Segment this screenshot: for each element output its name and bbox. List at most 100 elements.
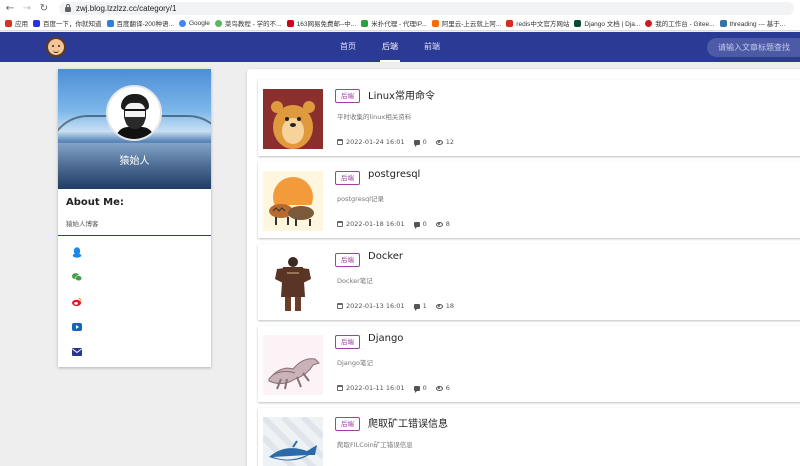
article-date: 2022-01-11 16:01 <box>346 384 405 392</box>
article-views: 12 <box>445 138 454 146</box>
eye-icon <box>435 303 443 309</box>
baidu-icon <box>33 19 40 27</box>
redis-icon <box>506 19 514 27</box>
apps-icon <box>5 19 12 27</box>
youtube-icon[interactable] <box>72 322 82 332</box>
comment-icon <box>413 221 420 229</box>
profile-banner: 猿始人 <box>58 69 211 189</box>
eye-icon <box>435 221 443 227</box>
comment-icon <box>413 303 420 311</box>
email-icon[interactable] <box>72 347 82 357</box>
article-title[interactable]: Docker <box>368 251 403 262</box>
article-tag[interactable]: 后端 <box>335 417 360 431</box>
bookmark-baidu[interactable]: 百度一下，你就知道 <box>33 18 102 28</box>
calendar-icon <box>337 303 343 309</box>
article-summary: postgresql记录 <box>337 195 385 203</box>
article-thumbnail[interactable] <box>263 89 323 149</box>
django-icon <box>574 19 582 27</box>
calendar-icon <box>337 139 343 145</box>
article-summary: Docker笔记 <box>337 277 373 285</box>
article-tag[interactable]: 后端 <box>335 89 360 103</box>
article-meta: 2022-01-11 16:01 0 6 <box>337 384 450 393</box>
article-date: 2022-01-18 16:01 <box>346 220 405 228</box>
bookmark-163-mail[interactable]: 163网易免费邮--中... <box>286 18 356 28</box>
article-thumbnail[interactable] <box>263 417 323 466</box>
article-thumbnail[interactable] <box>263 335 323 395</box>
article-title[interactable]: Linux常用命令 <box>368 87 435 102</box>
nav-frontend[interactable]: 前端 <box>424 32 440 62</box>
bookmark-runoob[interactable]: 菜鸟教程 - 学的不... <box>214 18 282 28</box>
bookmarks-bar: 应用 百度一下，你就知道 百度翻译-200种语... Google 菜鸟教程 -… <box>0 16 800 31</box>
comment-icon <box>413 139 420 147</box>
about-title: About Me: <box>66 197 124 208</box>
bookmark-aliyun[interactable]: 阿里云-上云就上阿... <box>431 18 501 28</box>
article-title[interactable]: postgresql <box>368 169 420 180</box>
gitee-icon <box>645 19 653 27</box>
weibo-icon[interactable] <box>72 297 82 307</box>
article-summary: Django笔记 <box>337 359 374 367</box>
bookmark-django[interactable]: Django 文档 | Dja... <box>574 18 640 28</box>
article-meta: 2022-01-24 16:01 0 12 <box>337 138 454 147</box>
eye-icon <box>435 139 443 145</box>
article-card[interactable]: 后端 postgresql postgresql记录 2022-01-18 16… <box>258 162 800 238</box>
article-summary: 平时收集的linux相关资料 <box>337 113 412 121</box>
article-title[interactable]: Django <box>368 333 403 344</box>
article-views: 8 <box>445 220 450 228</box>
translate-icon <box>106 19 114 27</box>
bookmark-redis[interactable]: redis中文官方网站 <box>506 18 569 28</box>
article-comments: 0 <box>422 384 427 392</box>
comment-icon <box>413 385 420 393</box>
bookmark-apps[interactable]: 应用 <box>5 18 28 28</box>
article-views: 18 <box>445 302 454 310</box>
url-text: zwj.blog.lzzlzz.cc/category/1 <box>76 3 177 13</box>
article-meta: 2022-01-13 16:01 1 18 <box>337 302 454 311</box>
search-input[interactable]: 请输入文章标题查找 <box>707 38 800 57</box>
site-logo[interactable] <box>46 37 66 57</box>
article-tag[interactable]: 后端 <box>335 253 360 267</box>
article-comments: 0 <box>422 138 427 146</box>
back-icon[interactable]: ← <box>3 1 17 15</box>
article-title[interactable]: 爬取矿工错误信息 <box>368 415 448 430</box>
url-field[interactable]: zwj.blog.lzzlzz.cc/category/1 <box>59 1 794 15</box>
mimvp-icon <box>361 19 369 27</box>
python-icon <box>719 19 727 27</box>
article-date: 2022-01-13 16:01 <box>346 302 405 310</box>
article-card[interactable]: 后端 爬取矿工错误信息 爬取FILCoin矿工错误信息 <box>258 408 800 466</box>
calendar-icon <box>337 221 343 227</box>
eye-icon <box>435 385 443 391</box>
article-comments: 1 <box>422 302 427 310</box>
article-thumbnail[interactable] <box>263 171 323 231</box>
divider <box>58 235 211 236</box>
nav-home[interactable]: 首页 <box>340 32 356 62</box>
article-summary: 爬取FILCoin矿工错误信息 <box>337 441 413 449</box>
lock-icon <box>65 3 71 12</box>
bookmark-mimvp[interactable]: 米扑代理 - 代理IP... <box>361 18 427 28</box>
article-tag[interactable]: 后端 <box>335 171 360 185</box>
article-meta: 2022-01-18 16:01 0 8 <box>337 220 450 229</box>
bookmark-baidu-translate[interactable]: 百度翻译-200种语... <box>106 18 174 28</box>
mail163-icon <box>286 19 294 27</box>
article-thumbnail[interactable] <box>263 253 323 313</box>
profile-nickname: 猿始人 <box>119 156 150 167</box>
article-card[interactable]: 后端 Docker Docker笔记 2022-01-13 16:01 1 18 <box>258 244 800 320</box>
google-icon <box>178 19 186 27</box>
about-text: 猿始人博客 <box>66 220 99 228</box>
bookmark-python-threading[interactable]: threading --- 基于... <box>719 18 785 28</box>
avatar[interactable] <box>106 85 162 141</box>
reload-icon[interactable]: ↻ <box>37 1 51 15</box>
browser-address-bar: ← → ↻ zwj.blog.lzzlzz.cc/category/1 <box>0 0 800 16</box>
site-navbar: 首页 后端 前端 请输入文章标题查找 <box>0 32 800 62</box>
article-card[interactable]: 后端 Django Django笔记 2022-01-11 16:01 0 6 <box>258 326 800 402</box>
wechat-icon[interactable] <box>72 272 82 282</box>
qq-icon[interactable] <box>72 246 82 258</box>
bookmark-google[interactable]: Google <box>178 19 210 27</box>
nav-backend[interactable]: 后端 <box>380 32 400 62</box>
bookmark-gitee[interactable]: 我的工作台 - Gitee... <box>645 18 715 28</box>
article-views: 6 <box>445 384 450 392</box>
runoob-icon <box>214 19 222 27</box>
article-tag[interactable]: 后端 <box>335 335 360 349</box>
aliyun-icon <box>431 19 439 27</box>
profile-card: 猿始人 About Me: 猿始人博客 <box>58 69 211 367</box>
article-card[interactable]: 后端 Linux常用命令 平时收集的linux相关资料 2022-01-24 1… <box>258 80 800 156</box>
forward-icon[interactable]: → <box>20 1 34 15</box>
